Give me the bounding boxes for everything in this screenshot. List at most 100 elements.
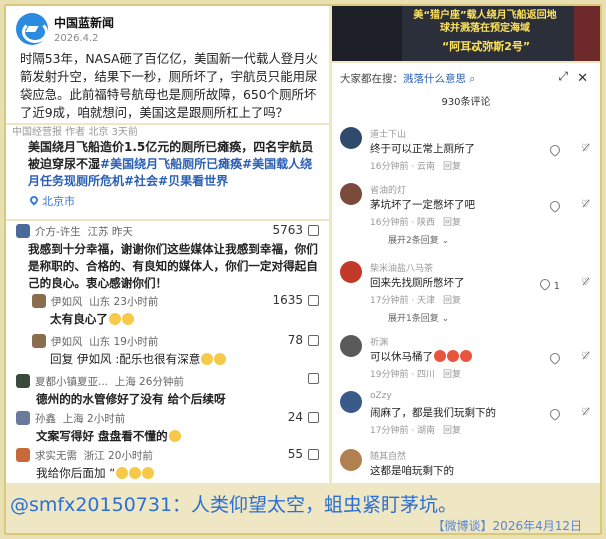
like-button[interactable] [547, 142, 563, 158]
avatar[interactable] [16, 374, 30, 388]
comment-meta: 浙江 20小时前 [83, 449, 153, 462]
video-thumbnail[interactable]: 美“猎户座”载人绕月飞船返回地球并溅落在预定海域 “阿耳忒弥斯2号” [332, 6, 600, 61]
comment-text-value: 可以休马桶了 [370, 351, 433, 363]
comment-user[interactable]: 求实无需 [35, 448, 77, 463]
like-count-value: 78 [287, 333, 303, 347]
emoji-icon [168, 430, 181, 442]
emoji-icon [108, 313, 121, 325]
news-source[interactable]: 中国蓝新闻 [54, 14, 114, 31]
like-count[interactable]: 1635 [272, 293, 319, 307]
comment-text: 可以休马桶了 [370, 349, 472, 364]
emoji-icon [214, 353, 227, 365]
like-count-value: 5763 [272, 223, 303, 237]
reply-button[interactable]: 回复 [443, 370, 461, 380]
comment-user[interactable]: 祈渊 [370, 335, 388, 348]
footer-source: 【微博谈】2026年4月12日 [432, 519, 582, 533]
repost-body: 美国绕月飞船造价1.5亿元的厕所已瘫痪，四名宇航员被迫穿尿不湿#美国绕月飞船厕所… [28, 139, 324, 190]
news-card[interactable]: 中国蓝新闻 2026.4.2 时隔53年，NASA砸了百亿亿，美国新一代载人登月… [6, 6, 329, 123]
like-count[interactable]: 24 [288, 410, 319, 424]
like-button[interactable] [303, 373, 319, 384]
like-count[interactable]: 5763 [272, 223, 319, 237]
dislike-button[interactable]: ♡̸ [581, 407, 590, 418]
comment-user[interactable]: 夏都小镇夏亚... [35, 374, 108, 389]
reply-button[interactable]: 回复 [443, 296, 461, 306]
video-frame-left [332, 6, 402, 61]
comment-text: 我给你后面加 “ [36, 465, 155, 482]
comment-meta: 16分钟前 · 陕西 回复 [370, 215, 461, 228]
reply-button[interactable]: 回复 [443, 162, 461, 172]
comment-time: 17分钟前 · 湖南 [370, 426, 436, 436]
avatar[interactable] [340, 449, 362, 471]
avatar[interactable] [16, 411, 30, 425]
avatar[interactable] [340, 335, 362, 357]
avatar[interactable] [340, 261, 362, 283]
emoji-icon [129, 467, 142, 479]
comment-text: 德州的的水管修好了没有 给个后续呀 [36, 392, 226, 406]
heart-icon [547, 198, 563, 214]
comment-user[interactable]: oZzy [370, 391, 392, 401]
avatar[interactable] [340, 391, 362, 413]
dislike-button[interactable]: ♡̸ [581, 143, 590, 154]
avatar[interactable] [16, 448, 30, 462]
comment-header: 求实无需 浙江 20小时前 [16, 447, 153, 463]
expand-icon[interactable]: ⤢ [558, 69, 568, 84]
expand-replies-button[interactable]: 展开1条回复 ⌄ [388, 311, 449, 324]
like-button[interactable] [547, 198, 563, 214]
comment-meta: 16分钟前 · 云南 回复 [370, 159, 461, 172]
comment-panel: 大家都在搜：溅落什么意思 ⌕ ⤢ ✕ 930条评论 道士下山 终于可以正常上厕所… [332, 63, 600, 483]
like-count[interactable]: 78 [288, 333, 319, 347]
comment-count: 930条评论 [441, 97, 491, 108]
emoji-icon [447, 350, 459, 362]
comment-text: 文案写得好 盘盘看不懂的 [36, 428, 181, 445]
emoji-icon [116, 467, 129, 479]
news-body: 时隔53年，NASA砸了百亿亿，美国新一代载人登月火箭发射升空，结果下一秒，厕所… [20, 51, 318, 120]
emoji-icon [460, 350, 472, 362]
trending-prefix: 大家都在搜： [340, 73, 403, 85]
reply-button[interactable]: 回复 [443, 218, 461, 228]
comment-user[interactable]: 介方-许生 [35, 224, 81, 239]
avatar[interactable] [340, 183, 362, 205]
repost-header: 中国经营报 作者 北京 3天前 [12, 127, 138, 138]
comment-user[interactable]: 孙鑫 [35, 411, 56, 426]
avatar[interactable] [16, 224, 30, 238]
comment-user[interactable]: 柴米油盐八马茶 [370, 261, 433, 274]
close-icon[interactable]: ✕ [577, 71, 588, 86]
avatar[interactable] [32, 334, 46, 348]
video-caption-mission: “阿耳忒弥斯2号” [442, 40, 531, 53]
like-button[interactable] [547, 406, 563, 422]
footer-caption: @smfx20150731：人类仰望太空，蛆虫紧盯茅坑。 [10, 494, 458, 516]
comment-meta: 山东 23小时前 [89, 295, 159, 308]
comment-text: 我感到十分幸福，谢谢你们这些媒体让我感到幸福，你们是称职的、合格的、有良知的媒体… [28, 242, 318, 290]
like-button[interactable]: 1 [538, 276, 560, 292]
dislike-button[interactable]: ♡̸ [581, 351, 590, 362]
repost-card[interactable]: 中国经营报 作者 北京 3天前 美国绕月飞船造价1.5亿元的厕所已瘫痪，四名宇航… [6, 125, 329, 219]
trending-query[interactable]: 溅落什么意思 [403, 73, 466, 85]
heart-icon [547, 142, 563, 158]
comment-text: 回来先找厕所憋坏了 [370, 277, 465, 289]
comment-user[interactable]: 随其自然 [370, 449, 406, 462]
like-count[interactable]: 55 [288, 447, 319, 461]
heart-icon [547, 350, 563, 366]
comment-user[interactable]: 伊如风 [51, 294, 83, 309]
expand-replies-button[interactable]: 展开2条回复 ⌄ [388, 233, 449, 246]
like-button[interactable] [547, 350, 563, 366]
avatar[interactable] [340, 127, 362, 149]
emoji-icon [201, 353, 214, 365]
dislike-button[interactable]: ♡̸ [581, 277, 590, 288]
location-tag[interactable]: 北京市 [28, 193, 75, 209]
comment-user[interactable]: 伊如风 [51, 334, 83, 349]
comment-header: 夏都小镇夏亚... 上海 26分钟前 [16, 373, 184, 389]
comment-text: 闹麻了，都是我们玩剩下的 [370, 407, 496, 419]
emoji-icon [142, 467, 155, 479]
trending-search[interactable]: 大家都在搜：溅落什么意思 ⌕ [340, 71, 475, 86]
comment-user[interactable]: 道士下山 [370, 127, 406, 140]
comment-time: 17分钟前 · 天津 [370, 296, 436, 306]
avatar[interactable] [32, 294, 46, 308]
reply-button[interactable]: 回复 [443, 426, 461, 436]
like-count-value: 1635 [272, 293, 303, 307]
like-count-value: 24 [287, 410, 303, 424]
comment-user[interactable]: 省油的灯 [370, 183, 406, 196]
comment-header: 介方-许生 江苏 昨天 [16, 223, 133, 239]
dislike-button[interactable]: ♡̸ [581, 199, 590, 210]
comment-text: 太有良心了 [50, 311, 134, 328]
